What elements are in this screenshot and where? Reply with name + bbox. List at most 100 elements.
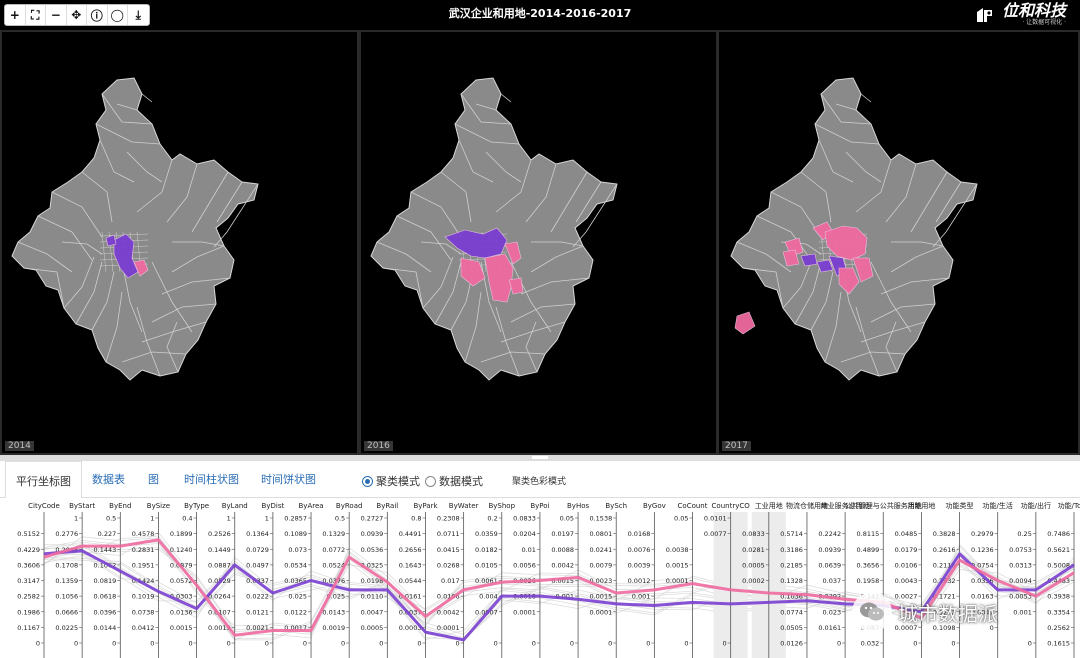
axis-tick-label: 0.0412	[132, 624, 155, 632]
axis-header[interactable]: ByRail	[376, 502, 398, 510]
axis-tick-label: 0.0534	[284, 561, 307, 569]
axis-tick-label: 0	[265, 640, 269, 648]
logo-mark-icon	[976, 7, 992, 22]
axis-tick-label: 0.0039	[628, 561, 651, 569]
tab-data-table[interactable]: 数据表	[92, 471, 125, 487]
pcp-axis[interactable]: ByRoad0.50.13290.07720.05240.03760.0250.…	[322, 502, 362, 658]
axis-header[interactable]: ByStart	[69, 502, 95, 510]
axis-tick-label: 0.2	[487, 515, 497, 523]
district-map[interactable]	[370, 77, 618, 381]
axis-tick-label: 0.0001	[513, 608, 536, 616]
pcp-axis[interactable]: ByStart10.27760.20980.17080.13590.10560.…	[55, 502, 95, 658]
axis-header[interactable]: 功能/出行	[1021, 501, 1051, 510]
axis-tick-label: 0.0005	[361, 624, 384, 632]
axis-tick-label: 0.0168	[628, 530, 651, 538]
axis-tick-label: 0.0536	[361, 546, 384, 554]
tab-time-bar[interactable]: 时间柱状图	[184, 471, 239, 487]
axis-tick-label: 0.0197	[551, 530, 574, 538]
axis-tick-label: 0.0281	[742, 546, 765, 554]
axis-tick-label: 0.073	[288, 546, 307, 554]
axis-header[interactable]: ByRoad	[336, 502, 363, 510]
axis-tick-label: 0.032	[861, 640, 880, 648]
axis-header[interactable]: 功能/Total	[1058, 501, 1080, 510]
tab-chart[interactable]: 图	[148, 471, 159, 487]
axis-tick-label: 0.0801	[589, 530, 612, 538]
map-2017[interactable]	[719, 32, 1078, 453]
pcp-axis[interactable]: ByArea0.28570.10890.0730.05340.03650.025…	[284, 502, 324, 658]
map-panel-2014[interactable]: 2014	[2, 32, 357, 453]
axis-tick-label: 0.0544	[399, 577, 422, 585]
axis-header[interactable]: ByPark	[413, 502, 438, 510]
axis-header[interactable]: CountryCO	[712, 502, 751, 510]
parallel-coordinates-plot[interactable]: CityCode 0.5152 0.4229 0.3606 0.3147 0.2582 0.…	[0, 498, 1080, 658]
pcp-axis[interactable]: ByShop0.20.03590.01820.01050.00610.0040.…	[475, 502, 516, 658]
axis-tick-label: 0.3938	[1047, 593, 1070, 601]
axis-tick-label: 0.0268	[437, 561, 460, 569]
axis-header[interactable]: ByArea	[299, 502, 324, 510]
axis-header[interactable]: ByDist	[262, 502, 285, 510]
district-map[interactable]	[730, 77, 978, 381]
axis-header[interactable]: ByType	[184, 502, 209, 510]
pcp-axis[interactable]: ByRail0.27270.09390.05360.03250.01980.01…	[361, 502, 399, 658]
pcp-axis[interactable]: CityCode 0.5152 0.4229 0.3606 0.3147 0.2582 0.…	[17, 502, 60, 658]
axis-tick-label: 0.5621	[1047, 546, 1070, 554]
cluster-region[interactable]	[734, 311, 756, 335]
axis-tick-label: 0.0639	[818, 561, 841, 569]
axis-tick-label: 0.2727	[361, 515, 384, 523]
axis-tick-label: 1	[265, 515, 269, 523]
color-mode-label[interactable]: 聚类色彩模式	[512, 474, 566, 487]
axis-header[interactable]: 功能/生活	[983, 501, 1013, 510]
radio-cluster-mode[interactable]: 聚类模式	[362, 473, 420, 489]
pcp-axis[interactable]: 功能/生活0.29790.12360.07540.03360.01630.004…	[971, 501, 1013, 658]
tab-time-pie[interactable]: 时间饼状图	[261, 471, 316, 487]
axis-tick-label: 0.0043	[895, 577, 918, 585]
tab-parallel-coordinates[interactable]: 平行坐标图	[5, 461, 82, 499]
axis-header[interactable]: CityCode	[28, 502, 60, 510]
axis-tick-label: 0.001	[1013, 608, 1032, 616]
axis-tick-label: 0.25	[1017, 530, 1031, 538]
city-outline[interactable]	[11, 77, 259, 381]
map-2014[interactable]	[2, 32, 357, 453]
radio-data-mode[interactable]: 数据模式	[425, 473, 483, 489]
axis-tick-label: 0.0666	[55, 608, 78, 616]
axis-header[interactable]: ByPoi	[530, 502, 549, 510]
pcp-axis[interactable]: 物流仓储用地0.57140.31860.21850.13280.10360.07…	[780, 501, 828, 658]
map-2016[interactable]	[361, 32, 716, 453]
pcp-axis[interactable]: 功能类型0.38280.26160.21160.19320.17210.1272…	[933, 501, 974, 658]
axis-tick-label: 0.0136	[170, 608, 193, 616]
axis-header[interactable]: ByWater	[449, 502, 479, 510]
axis-tick-label: 0.2616	[933, 546, 956, 554]
pcp-axis[interactable]: 功能用地0.04850.01790.01060.00430.00270.0007…	[895, 501, 936, 658]
axis-header[interactable]: ByShop	[488, 502, 515, 510]
map-panel-2016[interactable]: 2016	[361, 32, 716, 453]
axis-header[interactable]: CoCount	[678, 502, 708, 510]
map-panel-2017[interactable]: 2017	[719, 32, 1078, 453]
axis-header[interactable]: BySch	[605, 502, 627, 510]
axis-tick-label: 0	[951, 640, 955, 648]
watermark-text: 城市数据派	[898, 601, 998, 626]
axis-header[interactable]: ByEnd	[109, 502, 131, 510]
axis-tick-label: 0.0738	[132, 608, 155, 616]
axis-tick-label: 0.1089	[284, 530, 307, 538]
axis-tick-label: 0.001	[632, 593, 651, 601]
radio-dot[interactable]	[362, 475, 373, 487]
axis-tick-label: 0.1538	[589, 515, 612, 523]
axis-header[interactable]: ByGov	[643, 502, 666, 510]
pcp-axis[interactable]: ByType0.40.18990.12400.08790.05720.03030…	[170, 502, 209, 658]
axis-tick-label: 1	[74, 515, 78, 523]
radio-dot[interactable]	[425, 475, 436, 487]
pcp-svg[interactable]: CityCode 0.5152 0.4229 0.3606 0.3147 0.2582 0.…	[0, 498, 1080, 658]
splitter-grip[interactable]	[532, 456, 548, 459]
axis-tick-label: 0.0359	[475, 530, 498, 538]
axis-header[interactable]: 功能类型	[946, 501, 974, 510]
axis-tick-label: 0.0774	[780, 608, 803, 616]
axis-tick-label: 0.05	[560, 515, 574, 523]
axis-header[interactable]: 功能用地	[907, 501, 935, 510]
axis-header[interactable]: BySize	[147, 502, 170, 510]
district-map[interactable]	[11, 77, 259, 381]
axis-tick-label: 0.1708	[55, 561, 78, 569]
axis-header[interactable]: 工业用地	[755, 501, 783, 510]
pcp-axis[interactable]: BySch0.15380.08010.02410.00790.00230.001…	[589, 502, 627, 658]
axis-header[interactable]: ByLand	[222, 502, 248, 510]
axis-header[interactable]: ByHos	[567, 502, 589, 510]
